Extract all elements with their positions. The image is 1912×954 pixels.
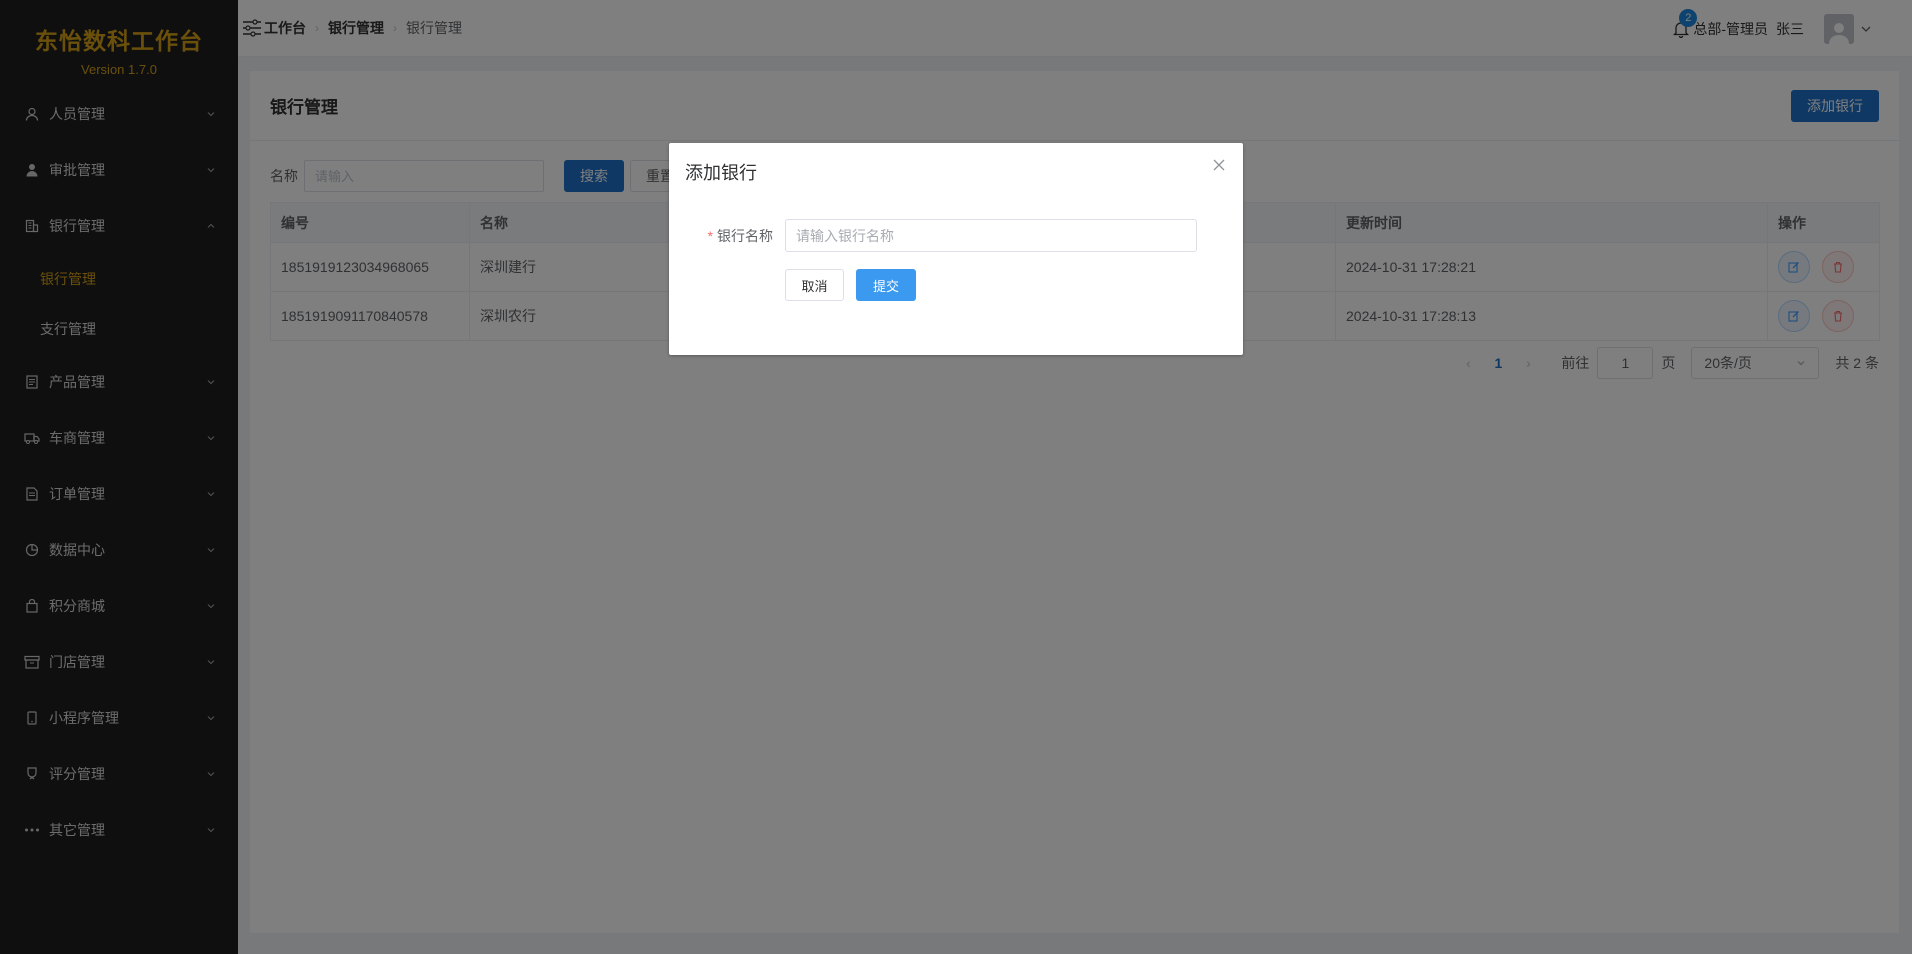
dialog-title: 添加银行 — [685, 163, 757, 183]
required-asterisk: * — [707, 227, 713, 244]
cancel-button[interactable]: 取消 — [785, 269, 844, 301]
bank-name-label-text: 银行名称 — [717, 227, 773, 244]
bank-name-form-row: * 银行名称 — [685, 219, 1197, 252]
add-bank-dialog: 添加银行 *银行名称 取消 提交 — [669, 143, 1243, 355]
submit-button[interactable]: 提交 — [856, 269, 916, 301]
dialog-actions: 取消 提交 — [785, 269, 916, 301]
bank-name-input[interactable] — [785, 219, 1197, 252]
bank-name-label: * 银行名称 — [685, 226, 785, 246]
close-icon[interactable] — [1211, 157, 1227, 173]
